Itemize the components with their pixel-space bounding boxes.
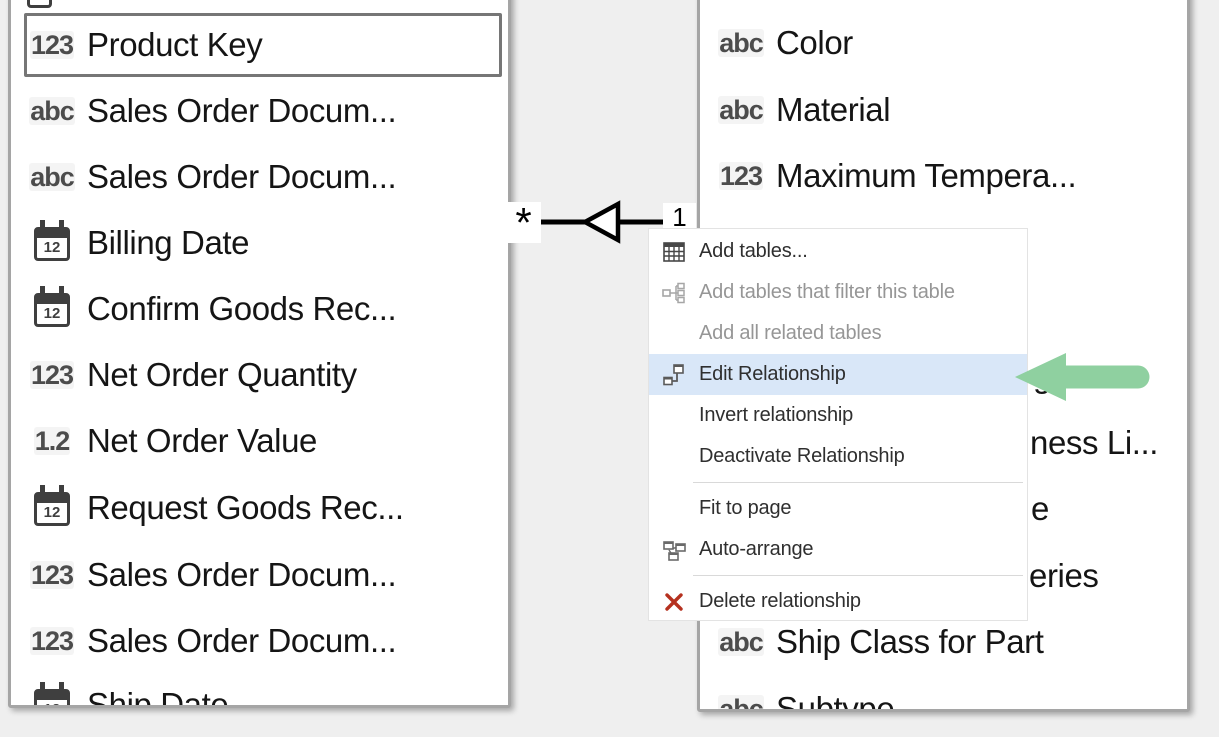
menu-item-fit-to-page[interactable]: Fit to page: [649, 488, 1027, 529]
decimal-type-icon: 1.2: [34, 427, 71, 455]
text-type-icon: abc: [29, 163, 75, 191]
model-view-canvas: 123 Product Key abc Sales Order Docum...…: [0, 0, 1219, 737]
calendar-icon: 12: [34, 227, 70, 261]
field-label: Net Order Value: [87, 422, 317, 460]
text-type-icon: abc: [29, 97, 75, 125]
field-row[interactable]: 1.2 Net Order Value: [23, 418, 504, 464]
delete-x-icon: [649, 593, 699, 611]
relationship-icon: [649, 364, 699, 386]
field-label: Confirm Goods Rec...: [87, 290, 396, 328]
annotation-arrow: [1005, 345, 1165, 410]
field-row[interactable]: 12 Confirm Goods Rec...: [23, 286, 504, 332]
field-label: Sales Order Docum...: [87, 556, 396, 594]
numeric-type-icon: 123: [30, 627, 74, 655]
field-row[interactable]: abc Color: [712, 20, 1183, 66]
filter-tables-icon: [649, 282, 699, 304]
menu-item-invert-relationship[interactable]: Invert relationship: [649, 395, 1027, 436]
field-row[interactable]: 123 Sales Order Docum...: [23, 618, 504, 664]
field-label: Sales Order Docum...: [87, 92, 396, 130]
menu-item-label: Add all related tables: [699, 322, 881, 345]
one-direction-arrowhead: [585, 204, 618, 240]
menu-item-label: Add tables that filter this table: [699, 281, 955, 304]
field-row[interactable]: abc Material: [712, 87, 1183, 133]
field-label: Billing Date: [87, 224, 249, 262]
menu-item-label: Edit Relationship: [699, 363, 846, 386]
menu-item-deactivate-relationship[interactable]: Deactivate Relationship: [649, 436, 1027, 477]
field-row[interactable]: abc Sales Order Docum...: [23, 88, 504, 134]
field-row[interactable]: abc Subtype: [712, 686, 1183, 712]
field-label: Request Goods Rec...: [87, 489, 404, 527]
field-label: Subtype: [776, 690, 894, 712]
auto-arrange-icon: [649, 539, 699, 561]
table-grid-icon: [649, 242, 699, 262]
menu-item-add-related-tables: Add all related tables: [649, 313, 1027, 354]
calendar-icon: 12: [34, 689, 70, 708]
text-type-icon: abc: [718, 628, 764, 656]
field-label: Ship Class for Part: [776, 623, 1044, 661]
numeric-type-icon: 123: [30, 561, 74, 589]
text-type-icon: abc: [718, 96, 764, 124]
calendar-icon: 12: [34, 492, 70, 526]
table-card-left[interactable]: 123 Product Key abc Sales Order Docum...…: [8, 0, 511, 708]
field-label: Sales Order Docum...: [87, 158, 396, 196]
menu-item-auto-arrange[interactable]: Auto-arrange: [649, 529, 1027, 570]
menu-item-add-filter-tables: Add tables that filter this table: [649, 272, 1027, 313]
calendar-icon: [27, 0, 52, 8]
selected-field-outline: [24, 13, 502, 77]
menu-item-label: Invert relationship: [699, 404, 853, 427]
menu-item-label: Delete relationship: [699, 590, 861, 613]
one-cardinality-label: 1: [663, 203, 696, 230]
text-type-icon: abc: [718, 695, 764, 712]
numeric-type-icon: 123: [30, 361, 74, 389]
menu-item-label: Add tables...: [699, 240, 808, 263]
field-row[interactable]: 123 Net Order Quantity: [23, 352, 504, 398]
text-type-icon: abc: [718, 29, 764, 57]
menu-item-add-tables[interactable]: Add tables...: [649, 231, 1027, 272]
calendar-icon: 12: [34, 293, 70, 327]
menu-item-label: Deactivate Relationship: [699, 445, 905, 468]
menu-item-label: Auto-arrange: [699, 538, 813, 561]
menu-item-edit-relationship[interactable]: Edit Relationship: [649, 354, 1027, 395]
field-row[interactable]: 12 Ship Date: [23, 682, 504, 708]
field-row[interactable]: abc Ship Class for Part: [712, 619, 1183, 665]
field-row[interactable]: 12 Request Goods Rec...: [23, 485, 504, 531]
field-label: Maximum Tempera...: [776, 157, 1076, 195]
clipped-field-fragment[interactable]: eries: [1029, 553, 1099, 599]
context-menu: Add tables... Add tables that filter thi…: [648, 228, 1028, 621]
menu-item-label: Fit to page: [699, 497, 791, 520]
field-label: Ship Date: [87, 686, 228, 708]
menu-separator: [693, 575, 1023, 576]
many-cardinality-label: *: [506, 202, 541, 243]
field-label: Net Order Quantity: [87, 356, 357, 394]
clipped-field-fragment[interactable]: e: [1031, 486, 1049, 532]
menu-item-delete-relationship[interactable]: Delete relationship: [649, 581, 1027, 622]
clipped-field-fragment[interactable]: ness Li...: [1030, 420, 1158, 466]
field-row[interactable]: abc Sales Order Docum...: [23, 154, 504, 200]
menu-separator: [693, 482, 1023, 483]
field-row[interactable]: 123 Maximum Tempera...: [712, 153, 1183, 199]
numeric-type-icon: 123: [719, 162, 763, 190]
field-label: Material: [776, 91, 890, 129]
field-label: Color: [776, 24, 853, 62]
field-label: Sales Order Docum...: [87, 622, 396, 660]
field-row[interactable]: 12 Billing Date: [23, 220, 504, 266]
field-row[interactable]: 123 Sales Order Docum...: [23, 552, 504, 598]
